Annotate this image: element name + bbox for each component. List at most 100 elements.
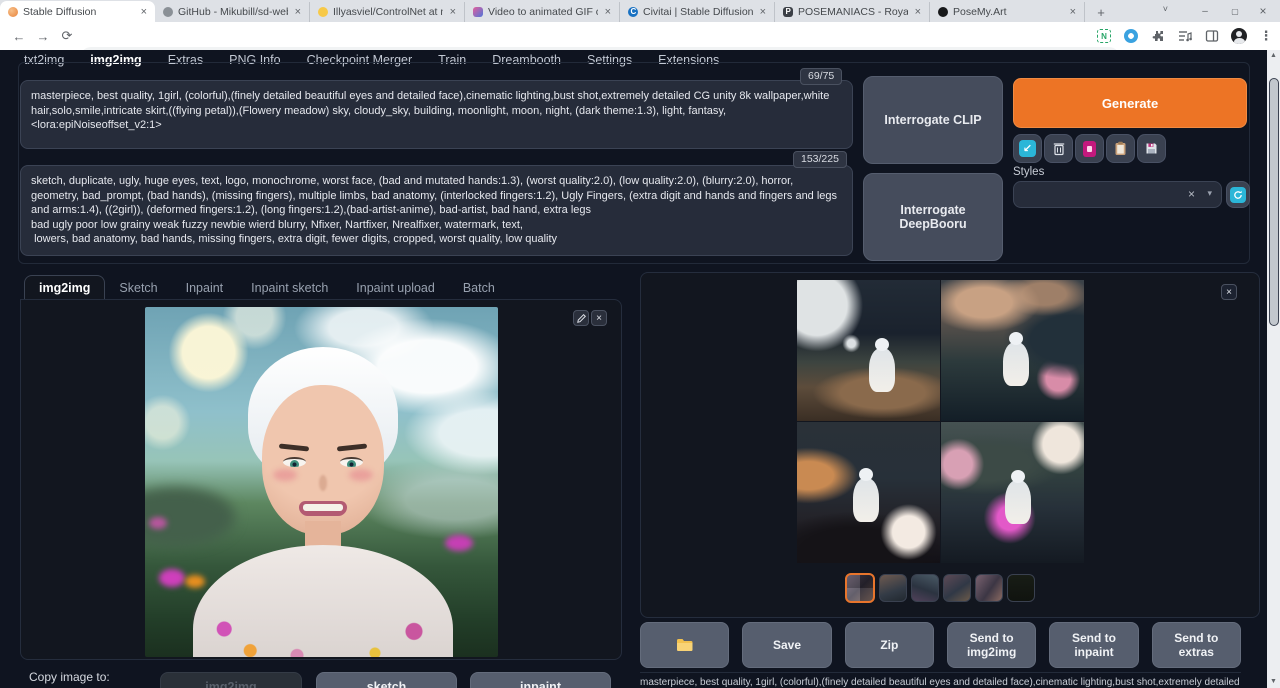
browser-tab-github[interactable]: GitHub - Mikubill/sd-webui-co… ×: [155, 2, 310, 22]
tab-search-icon[interactable]: ˅: [1163, 4, 1168, 14]
tab-title: PoseMy.Art: [953, 6, 1063, 18]
extension-n-icon[interactable]: N: [1096, 28, 1112, 44]
thumbnail-grid-selected[interactable]: [845, 573, 875, 603]
pencil-icon: [577, 314, 586, 323]
tab-close-icon[interactable]: ×: [293, 6, 303, 18]
floppy-disk-icon: [1145, 142, 1158, 155]
favicon-github: [163, 7, 173, 17]
remove-image-button[interactable]: ×: [591, 310, 607, 326]
paste-generation-params-button[interactable]: ↙: [1013, 134, 1042, 163]
browser-tab-stable-diffusion[interactable]: Stable Diffusion ×: [0, 1, 155, 22]
send-to-extras-button[interactable]: Send to extras: [1152, 622, 1241, 668]
apply-style-button[interactable]: [1106, 134, 1135, 163]
favicon-civitai: [628, 7, 638, 17]
thumbnail-6[interactable]: [1007, 574, 1035, 602]
token-counter-negative: 153/225: [793, 151, 847, 168]
clear-prompt-button[interactable]: [1044, 134, 1073, 163]
screen: Stable Diffusion × GitHub - Mikubill/sd-…: [0, 0, 1280, 688]
thumbnail-5[interactable]: [975, 574, 1003, 602]
copy-to-sketch-button[interactable]: sketch: [316, 672, 457, 688]
save-button[interactable]: Save: [742, 622, 831, 668]
gallery-action-row: Save Zip Send to img2img Send to inpaint…: [640, 622, 1241, 668]
tab-close-icon[interactable]: ×: [1068, 6, 1078, 18]
portrait-floral-top: [193, 545, 453, 657]
gallery-close-button[interactable]: ×: [1221, 284, 1237, 300]
window-close-button[interactable]: ×: [1248, 0, 1278, 22]
extra-networks-button[interactable]: [1075, 134, 1104, 163]
save-style-button[interactable]: [1137, 134, 1166, 163]
arrow-down-left-icon: ↙: [1019, 140, 1036, 157]
reload-icon[interactable]: ⟳: [58, 27, 76, 45]
scrollbar-thumb[interactable]: [1269, 78, 1279, 326]
new-tab-button[interactable]: +: [1091, 2, 1111, 22]
subtab-img2img[interactable]: img2img: [24, 275, 105, 301]
open-output-folder-button[interactable]: [640, 622, 729, 668]
back-icon[interactable]: ←: [10, 27, 28, 45]
thumbnail-2[interactable]: [879, 574, 907, 602]
thumbnail-3[interactable]: [911, 574, 939, 602]
prompt-input[interactable]: masterpiece, best quality, 1girl, (color…: [20, 80, 853, 149]
copy-to-inpaint-button[interactable]: inpaint: [470, 672, 611, 688]
token-counter-positive: 69/75: [800, 68, 842, 85]
gallery-thumbnail-strip: [845, 573, 1035, 603]
refresh-styles-button[interactable]: [1226, 181, 1250, 208]
styles-dropdown[interactable]: × ▾: [1013, 181, 1222, 208]
page-scrollbar[interactable]: ▲ ▼: [1267, 50, 1280, 688]
folder-icon: [676, 638, 694, 652]
window-minimize-button[interactable]: –: [1190, 0, 1220, 22]
favicon-gif-converter: [473, 7, 483, 17]
browser-menu-icon[interactable]: ⋮: [1258, 28, 1274, 44]
send-to-img2img-button[interactable]: Send to img2img: [947, 622, 1036, 668]
subtab-inpaint[interactable]: Inpaint: [172, 276, 238, 300]
interrogate-clip-button[interactable]: Interrogate CLIP: [863, 76, 1003, 164]
output-gallery-grid: [797, 280, 1085, 564]
browser-tab-posemyart[interactable]: PoseMy.Art ×: [930, 2, 1085, 22]
styles-clear-icon[interactable]: ×: [1188, 187, 1195, 201]
browser-tab-controlnet[interactable]: Illyasviel/ControlNet at main ×: [310, 2, 465, 22]
tab-title: Stable Diffusion: [23, 6, 134, 18]
gallery-image-4[interactable]: [941, 422, 1084, 563]
card-icon: [1083, 141, 1096, 157]
tab-title: Civitai | Stable Diffusion model…: [643, 6, 753, 18]
scroll-up-icon[interactable]: ▲: [1267, 50, 1280, 62]
source-image[interactable]: [145, 307, 498, 657]
media-controls-icon[interactable]: [1177, 28, 1193, 44]
tab-close-icon[interactable]: ×: [448, 6, 458, 18]
prompt-tools-row: ↙: [1013, 134, 1166, 163]
tab-title: POSEMANIACS - Royalty free 3…: [798, 6, 908, 18]
interrogate-deepbooru-button[interactable]: Interrogate DeepBooru: [863, 173, 1003, 261]
favicon-huggingface: [318, 7, 328, 17]
tab-close-icon[interactable]: ×: [139, 6, 149, 18]
gallery-image-3[interactable]: [797, 422, 940, 563]
negative-prompt-input[interactable]: sketch, duplicate, ugly, huge eyes, text…: [20, 165, 853, 256]
extensions-puzzle-icon[interactable]: [1150, 28, 1166, 44]
send-to-inpaint-button[interactable]: Send to inpaint: [1049, 622, 1138, 668]
clipboard-icon: [1114, 141, 1127, 156]
side-panel-icon[interactable]: [1204, 28, 1220, 44]
window-maximize-button[interactable]: ▢: [1220, 0, 1250, 22]
subtab-inpaint-sketch[interactable]: Inpaint sketch: [237, 276, 342, 300]
generate-button[interactable]: Generate: [1013, 78, 1247, 128]
profile-avatar[interactable]: [1231, 28, 1247, 44]
subtab-sketch[interactable]: Sketch: [105, 276, 171, 300]
gallery-image-1[interactable]: [797, 280, 940, 421]
zip-button[interactable]: Zip: [845, 622, 934, 668]
tab-close-icon[interactable]: ×: [913, 6, 923, 18]
browser-toolbar: ← → ⟳ i 127.0.0.1:7860 ☆ N: [0, 22, 1280, 50]
browser-tab-posemaniacs[interactable]: POSEMANIACS - Royalty free 3… ×: [775, 2, 930, 22]
edit-image-button[interactable]: [573, 310, 589, 326]
browser-tab-gif-converter[interactable]: Video to animated GIF converter ×: [465, 2, 620, 22]
chevron-down-icon: ▾: [1207, 188, 1212, 199]
tab-close-icon[interactable]: ×: [758, 6, 768, 18]
forward-icon[interactable]: →: [34, 27, 52, 45]
tab-close-icon[interactable]: ×: [603, 6, 613, 18]
copy-image-to-label: Copy image to:: [29, 670, 110, 684]
scroll-down-icon[interactable]: ▼: [1267, 676, 1280, 688]
thumbnail-4[interactable]: [943, 574, 971, 602]
subtab-inpaint-upload[interactable]: Inpaint upload: [342, 276, 449, 300]
browser-tab-civitai[interactable]: Civitai | Stable Diffusion model… ×: [620, 2, 775, 22]
subtab-batch[interactable]: Batch: [449, 276, 509, 300]
gallery-image-2[interactable]: [941, 280, 1084, 421]
extension-blue-icon[interactable]: [1123, 28, 1139, 44]
tab-title: GitHub - Mikubill/sd-webui-co…: [178, 6, 288, 18]
